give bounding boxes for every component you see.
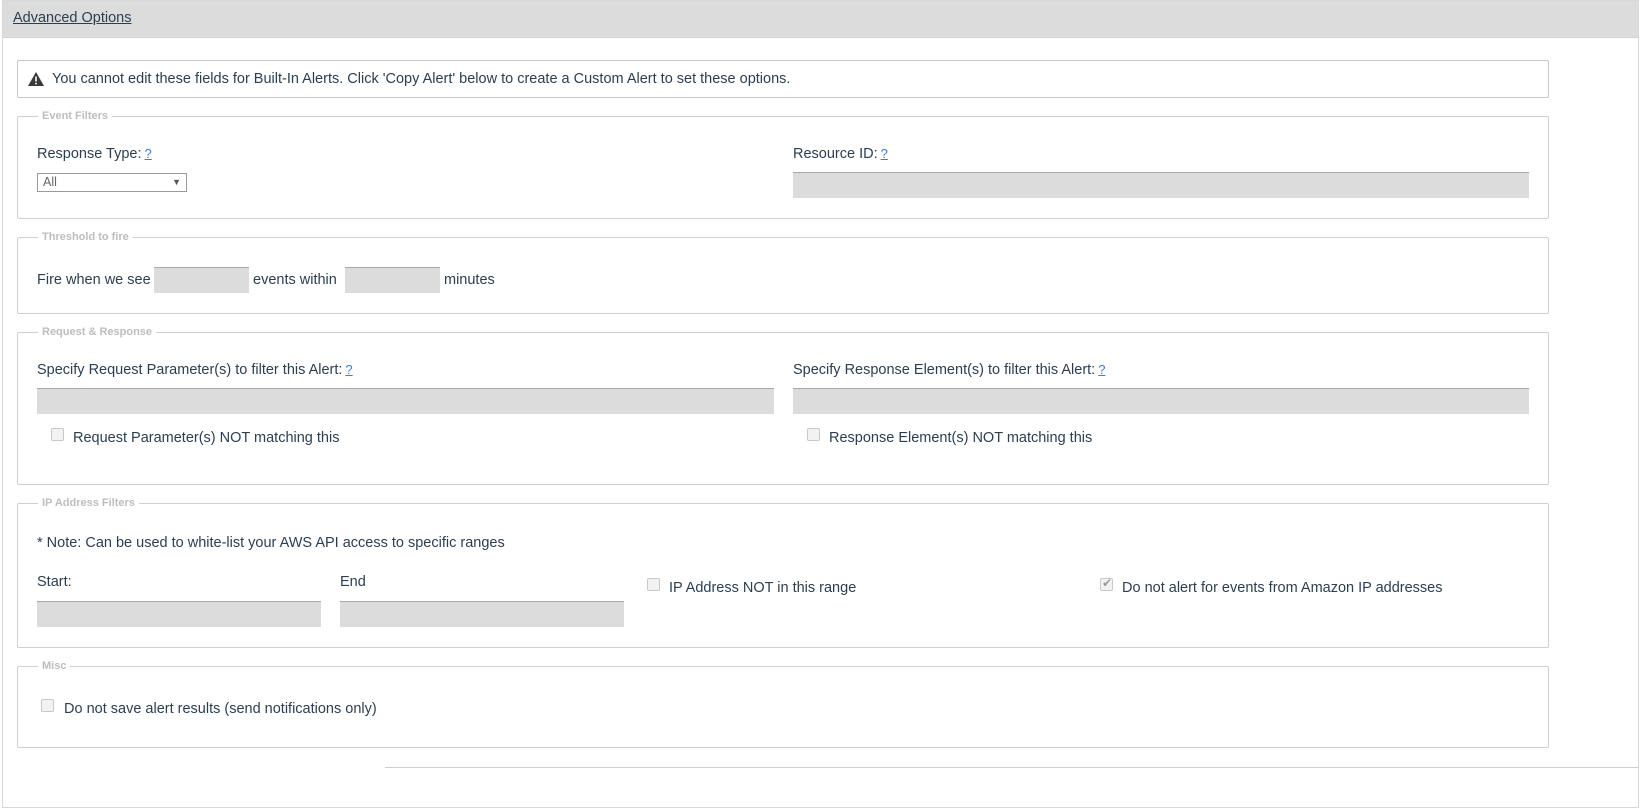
resource-id-input[interactable] xyxy=(793,172,1529,198)
response-type-label-row: Response Type:? xyxy=(37,146,152,162)
event-filters-group: Event Filters xyxy=(17,110,1549,219)
event-filters-legend: Event Filters xyxy=(42,110,109,122)
request-parameter-label-row: Specify Request Parameter(s) to filter t… xyxy=(37,362,353,378)
ip-note-text: * Note: Can be used to white-list your A… xyxy=(37,535,505,551)
threshold-suffix-text: minutes xyxy=(444,272,495,288)
no-save-results-label: Do not save alert results (send notifica… xyxy=(64,701,377,717)
request-parameter-label: Specify Request Parameter(s) to filter t… xyxy=(37,362,343,378)
resource-id-label-row: Resource ID:? xyxy=(793,146,888,162)
response-not-matching-label: Response Element(s) NOT matching this xyxy=(829,430,1093,446)
request-parameter-help-link[interactable]: ? xyxy=(345,362,352,377)
response-element-help-link[interactable]: ? xyxy=(1098,362,1105,377)
no-amazon-ip-checkbox[interactable]: ✔ xyxy=(1100,576,1113,591)
threshold-events-input[interactable] xyxy=(154,267,249,293)
bottom-divider xyxy=(385,767,1639,768)
request-parameter-input[interactable] xyxy=(37,388,774,414)
chevron-down-icon: ▼ xyxy=(172,177,181,187)
threshold-minutes-input[interactable] xyxy=(345,267,440,293)
misc-legend: Misc xyxy=(42,660,67,672)
response-type-selected-value: All xyxy=(43,175,57,189)
response-not-matching-checkbox[interactable] xyxy=(807,428,820,441)
ip-end-label: End xyxy=(340,574,366,590)
response-element-label: Specify Response Element(s) to filter th… xyxy=(793,362,1096,378)
ip-not-in-range-label: IP Address NOT in this range xyxy=(669,580,857,596)
no-save-results-checkbox[interactable] xyxy=(41,699,54,712)
checkmark-icon: ✔ xyxy=(1102,576,1113,590)
request-not-matching-label: Request Parameter(s) NOT matching this xyxy=(73,430,340,446)
request-response-legend: Request & Response xyxy=(42,326,153,338)
ip-not-in-range-checkbox[interactable] xyxy=(647,578,660,591)
response-element-input[interactable] xyxy=(793,388,1529,414)
warning-triangle-icon xyxy=(28,72,44,86)
ip-end-input[interactable] xyxy=(340,601,624,627)
threshold-middle-text: events within xyxy=(253,272,337,288)
warning-text: You cannot edit these fields for Built-I… xyxy=(52,71,791,87)
ip-start-input[interactable] xyxy=(37,601,321,627)
ip-address-filters-legend: IP Address Filters xyxy=(42,497,135,509)
advanced-options-toggle-link[interactable]: Advanced Options xyxy=(13,10,132,26)
request-not-matching-checkbox[interactable] xyxy=(51,428,64,441)
threshold-legend: Threshold to fire xyxy=(42,231,129,243)
threshold-prefix-text: Fire when we see xyxy=(37,272,151,288)
response-element-label-row: Specify Response Element(s) to filter th… xyxy=(793,362,1105,378)
no-amazon-ip-label: Do not alert for events from Amazon IP a… xyxy=(1122,580,1443,596)
response-type-help-link[interactable]: ? xyxy=(145,146,152,161)
ip-start-label: Start: xyxy=(37,574,72,590)
panel-header: Advanced Options xyxy=(3,1,1638,38)
response-type-select[interactable]: All ▼ xyxy=(37,173,187,192)
built-in-alert-warning: You cannot edit these fields for Built-I… xyxy=(17,60,1549,98)
response-type-label: Response Type: xyxy=(37,146,142,162)
resource-id-label: Resource ID: xyxy=(793,146,878,162)
resource-id-help-link[interactable]: ? xyxy=(881,146,888,161)
